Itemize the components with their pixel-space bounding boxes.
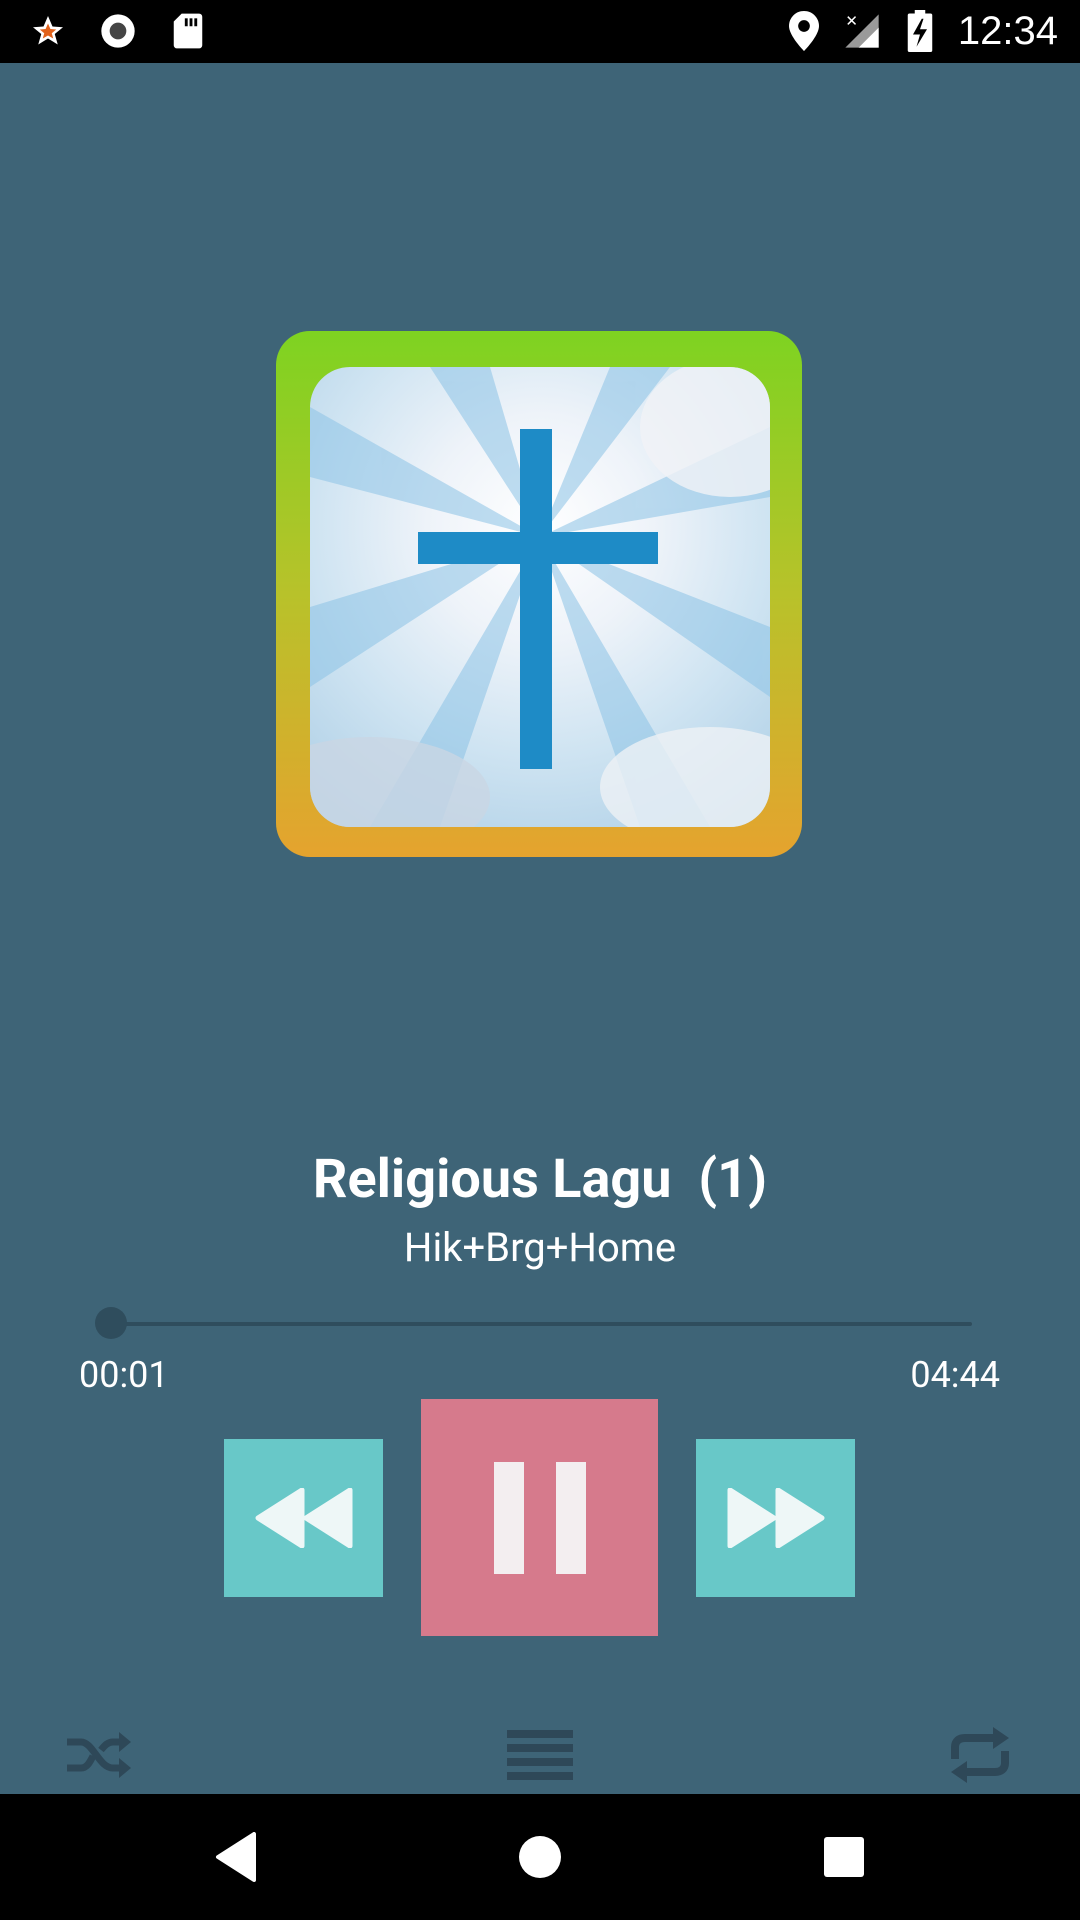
shuffle-button[interactable]: [63, 1720, 133, 1790]
navigation-bar: [0, 1794, 1080, 1920]
nav-back-button[interactable]: [206, 1827, 266, 1887]
recents-icon: [824, 1837, 864, 1877]
sd-card-icon: [168, 11, 208, 51]
playlist-button[interactable]: [505, 1720, 575, 1790]
repeat-icon: [951, 1727, 1009, 1783]
cross-icon: [310, 367, 770, 827]
back-icon: [216, 1832, 256, 1882]
seek-bar[interactable]: [112, 1322, 972, 1326]
album-art: [276, 331, 802, 857]
fast-forward-icon: [727, 1488, 824, 1548]
playlist-icon: [507, 1730, 573, 1780]
pause-icon: [493, 1461, 586, 1574]
status-bar: ✕ 12:34: [0, 0, 1080, 63]
song-title: Religious Lagu (1): [312, 1148, 768, 1211]
status-bar-notifications: [28, 11, 208, 51]
status-time: 12:34: [957, 9, 1058, 53]
battery-charging-icon: [900, 10, 940, 52]
rewind-icon: [255, 1488, 352, 1548]
cross-album-art: [310, 367, 770, 827]
shuffle-icon: [67, 1732, 131, 1778]
record-icon: [98, 11, 138, 51]
player-screen: Religious Lagu (1) Hik+Brg+Home 00:01 04…: [0, 63, 1080, 1794]
nav-recents-button[interactable]: [814, 1827, 874, 1887]
time-elapsed: 00:01: [79, 1354, 169, 1396]
svg-text:✕: ✕: [845, 13, 858, 30]
home-icon: [519, 1836, 561, 1878]
play-pause-button[interactable]: [421, 1399, 658, 1636]
next-button[interactable]: [696, 1439, 855, 1597]
repeat-button[interactable]: [945, 1720, 1015, 1790]
location-icon: [784, 11, 824, 51]
song-artist: Hik+Brg+Home: [403, 1224, 677, 1271]
previous-button[interactable]: [224, 1439, 383, 1597]
signal-icon: ✕: [842, 11, 882, 51]
seek-thumb[interactable]: [95, 1307, 127, 1339]
status-bar-system: ✕ 12:34: [784, 8, 1058, 54]
time-total: 04:44: [910, 1354, 1000, 1396]
nav-home-button[interactable]: [510, 1827, 570, 1887]
star-notification-icon: [28, 11, 68, 51]
